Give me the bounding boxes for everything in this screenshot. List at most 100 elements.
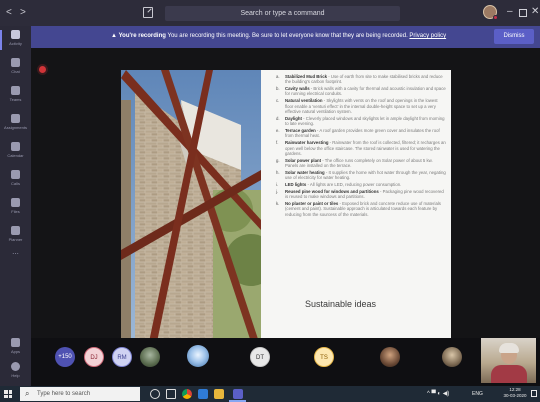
list-item: a. Stabilized Mud Brick - Use of earth fr… [276, 74, 446, 85]
item-letter: h. [276, 169, 280, 175]
chrome-icon[interactable] [182, 389, 192, 399]
rail-label: Help [11, 373, 20, 378]
list-item: h. Solar water heating - It supplies the … [276, 170, 446, 181]
item-letter: f. [276, 140, 279, 146]
participant-avatar-photo[interactable] [187, 345, 209, 367]
participant-overflow-badge[interactable]: +150 [55, 347, 75, 367]
help-icon [11, 362, 20, 371]
participant-strip [31, 338, 540, 386]
back-icon[interactable]: < [6, 7, 12, 19]
rail-label: Apps [10, 349, 21, 354]
item-heading: Solar power plant [285, 157, 322, 163]
app-rail: Activity Chat Teams Assignments Calendar… [0, 26, 31, 386]
cortana-icon[interactable] [150, 389, 160, 399]
close-button[interactable]: ✕ [531, 6, 539, 18]
store-icon[interactable] [198, 389, 208, 399]
self-video-hair [499, 343, 519, 353]
rail-item-chat[interactable]: Chat [0, 54, 31, 82]
rail-label: Teams [9, 97, 22, 102]
item-letter: k. [276, 201, 280, 207]
recording-banner: ▲ You're recording You are recording thi… [31, 26, 540, 48]
taskbar-search-input[interactable]: ⌕ Type here to search [20, 387, 140, 401]
item-heading: Solar water heating [285, 169, 325, 175]
rail-item-calendar[interactable]: Calendar [0, 138, 31, 166]
rail-item-files[interactable]: Files [0, 194, 31, 222]
list-item: i. LED lights - All lights are LED, reduc… [276, 182, 446, 187]
participant-avatar-photo[interactable] [140, 347, 160, 367]
item-heading: Natural ventilation [285, 98, 323, 104]
list-item: f. Rainwater harvesting - Rainwater from … [276, 140, 446, 156]
notification-icon[interactable] [531, 390, 537, 397]
item-heading: Daylight [285, 115, 302, 121]
search-placeholder: Search or type a command [240, 10, 325, 17]
taskbar-clock[interactable]: 12:28 30-03-2020 [500, 387, 530, 399]
item-text: - Cleverly placed windows and skylights … [285, 115, 445, 127]
task-view-icon[interactable] [166, 389, 176, 399]
language-indicator[interactable]: ENG [472, 390, 483, 398]
search-icon: ⌕ [25, 389, 30, 398]
item-letter: d. [276, 115, 280, 121]
item-heading: Stabilized Mud Brick [285, 74, 328, 79]
files-icon [11, 198, 20, 207]
recording-message: ▲ You're recording You are recording thi… [111, 32, 446, 41]
start-pane [4, 390, 8, 394]
rail-item-assignments[interactable]: Assignments [0, 110, 31, 138]
rail-item-help[interactable]: Help [0, 358, 31, 386]
privacy-policy-link[interactable]: Privacy policy [409, 33, 446, 39]
teams-taskbar-icon[interactable] [233, 389, 243, 399]
system-tray-icons[interactable]: ^ ▀ ◐ ◀) [427, 390, 449, 398]
windows-taskbar: ⌕ Type here to search ^ ▀ ◐ ◀) ENG 12:28… [0, 386, 540, 402]
recording-text: You are recording this meeting. Be sure … [165, 33, 410, 39]
status-badge [493, 15, 498, 20]
slide-caption: Sustainable ideas [305, 299, 377, 309]
start-pane [4, 394, 8, 398]
minimize-button[interactable]: – [507, 6, 513, 18]
file-explorer-icon[interactable] [214, 389, 224, 399]
list-item: k. No plaster or paint or tiles - Exposed… [276, 201, 446, 217]
search-input[interactable]: Search or type a command [165, 6, 400, 21]
shared-slide: a. Stabilized Mud Brick - Use of earth fr… [121, 70, 451, 342]
list-item: e. Terrace garden - A roof garden provide… [276, 128, 446, 139]
rail-item-more[interactable]: ... [0, 246, 31, 274]
warning-icon: ▲ [111, 33, 119, 39]
windows-start-icon[interactable] [4, 390, 12, 398]
self-video-preview[interactable] [481, 338, 536, 383]
planner-icon [11, 226, 20, 235]
participant-avatar-photo[interactable] [380, 347, 400, 367]
list-item: d. Daylight - Cleverly placed windows and… [276, 116, 446, 127]
participant-avatar-rm[interactable]: RM [112, 347, 132, 367]
participant-avatar-dt[interactable]: DT [250, 347, 270, 367]
item-heading: Cavity walls [285, 86, 310, 92]
rail-label: Planner [8, 237, 23, 242]
building-photo [121, 70, 261, 342]
maximize-button[interactable] [519, 9, 527, 17]
calendar-icon [11, 142, 20, 151]
rail-item-calls[interactable]: Calls [0, 166, 31, 194]
item-letter: g. [276, 157, 280, 163]
participant-avatar-dj[interactable]: DJ [84, 347, 104, 367]
item-letter: e. [276, 128, 280, 134]
taskbar-search-placeholder: Type here to search [37, 391, 91, 397]
dismiss-button[interactable]: Dismiss [494, 29, 534, 44]
participant-avatar-photo[interactable] [442, 347, 462, 367]
item-heading: No plaster or paint or tiles [285, 201, 339, 207]
recording-title: You're recording [118, 33, 166, 39]
list-item: j. Reused pine wood for windows and parti… [276, 189, 446, 200]
item-letter: j. [276, 188, 279, 194]
forward-icon[interactable]: > [20, 7, 26, 19]
item-letter: a. [276, 74, 280, 79]
phone-icon [11, 170, 20, 179]
rail-item-teams[interactable]: Teams [0, 82, 31, 110]
rail-label: Calendar [7, 153, 24, 158]
rail-label: Files [11, 209, 20, 214]
participant-avatar-ts[interactable]: TS [314, 347, 334, 367]
rail-active-indicator [0, 30, 2, 50]
slide-list: a. Stabilized Mud Brick - Use of earth fr… [276, 74, 446, 219]
rail-label: Assignments [4, 125, 27, 130]
rail-label: Calls [11, 181, 20, 186]
rail-item-activity[interactable]: Activity [0, 26, 31, 54]
compose-icon[interactable] [143, 7, 153, 18]
item-heading: LED lights [285, 182, 307, 188]
item-text: - All lights are LED, reducing power con… [306, 182, 402, 188]
list-item: g. Solar power plant - The office runs co… [276, 158, 446, 169]
